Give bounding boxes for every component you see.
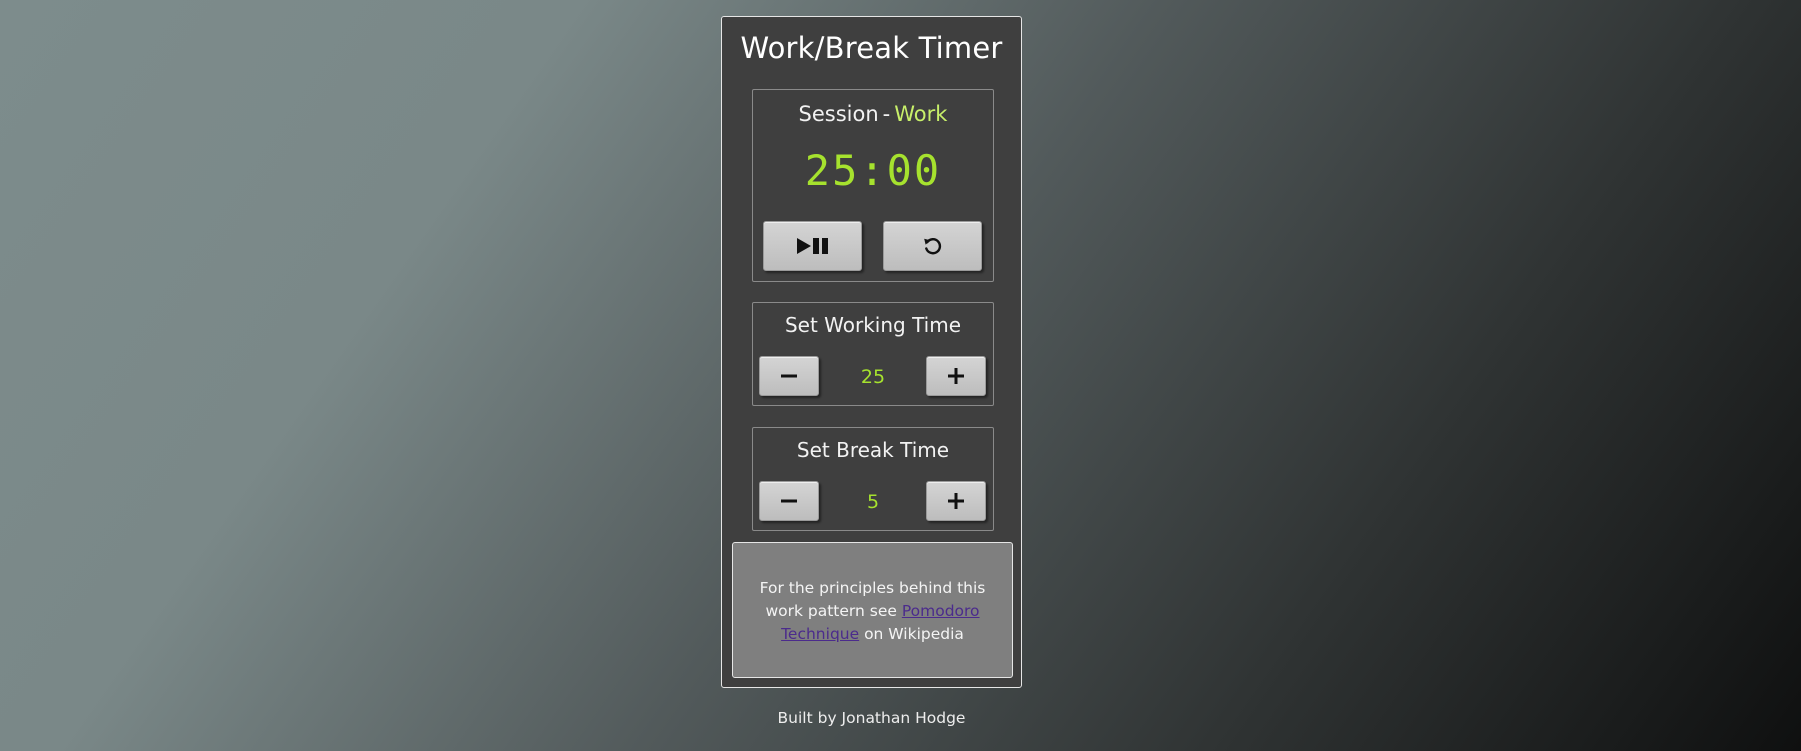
play-pause-button[interactable] — [763, 221, 862, 271]
session-heading: Session - Work — [753, 102, 993, 126]
info-text: For the principles behind this work patt… — [757, 577, 988, 646]
minus-icon — [781, 493, 797, 509]
session-separator: - — [882, 102, 891, 126]
reset-button[interactable] — [883, 221, 982, 271]
break-time-increment-button[interactable] — [926, 481, 986, 521]
working-time-increment-button[interactable] — [926, 356, 986, 396]
session-panel: Session - Work 25:00 — [752, 89, 994, 282]
working-time-value: 25 — [860, 366, 886, 388]
plus-icon — [948, 368, 964, 384]
working-time-title: Set Working Time — [784, 313, 962, 337]
working-time-decrement-button[interactable] — [759, 356, 819, 396]
play-pause-icon — [796, 237, 830, 255]
working-time-panel: Set Working Time 25 — [752, 302, 994, 406]
session-type: Work — [894, 102, 948, 126]
reset-icon — [923, 236, 943, 256]
app-title: Work/Break Timer — [740, 31, 1003, 65]
break-time-panel: Set Break Time 5 — [752, 427, 994, 531]
session-label: Session — [798, 102, 879, 126]
info-box: For the principles behind this work patt… — [732, 542, 1013, 678]
plus-icon — [948, 493, 964, 509]
break-time-value: 5 — [866, 491, 880, 513]
footer-credit: Built by Jonathan Hodge — [777, 709, 966, 727]
info-text-after: on Wikipedia — [864, 625, 964, 643]
break-time-decrement-button[interactable] — [759, 481, 819, 521]
break-time-title: Set Break Time — [796, 438, 950, 462]
timer-app: Work/Break Timer Session - Work 25:00 Se… — [721, 16, 1022, 688]
timer-display: 25:00 — [804, 146, 942, 195]
minus-icon — [781, 368, 797, 384]
